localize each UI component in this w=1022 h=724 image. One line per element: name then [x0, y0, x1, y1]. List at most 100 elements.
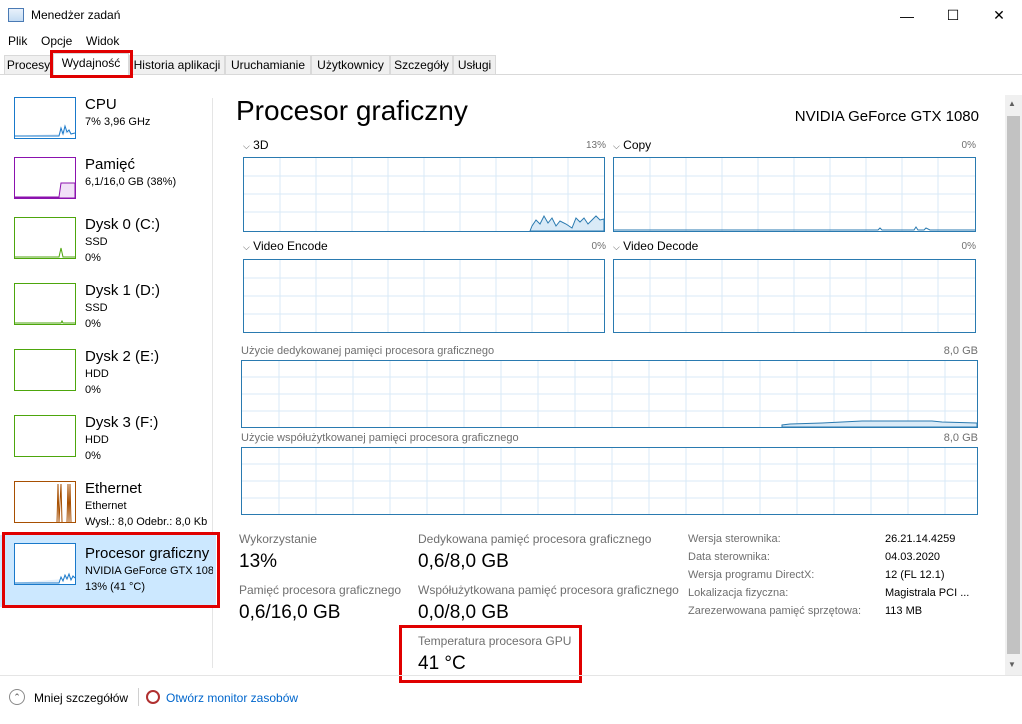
sidebar-item-detail: Wysł.: 8,0 Odebr.: 8,0 Kb	[85, 516, 208, 528]
disk1-mini-graph	[14, 283, 76, 325]
ethernet-mini-graph	[14, 481, 76, 523]
menu-options[interactable]: Opcje	[41, 34, 72, 48]
info-key: Wersja sterownika:	[688, 533, 781, 545]
shared-memory-graph	[241, 447, 978, 515]
sidebar-item-detail: 0%	[85, 252, 101, 264]
dedicated-memory-graph-label: Użycie dedykowanej pamięci procesora gra…	[241, 345, 495, 357]
tab-highlight-box	[50, 50, 133, 78]
minimize-button[interactable]: —	[884, 0, 930, 31]
sidebar-item-disk3[interactable]: Dysk 3 (F:) HDD 0%	[0, 411, 216, 477]
memory-mini-graph	[14, 157, 76, 199]
sidebar-item-disk1[interactable]: Dysk 1 (D:) SSD 0%	[0, 279, 216, 345]
sidebar-item-type: SSD	[85, 236, 108, 248]
page-title: Procesor graficzny	[236, 95, 468, 126]
usage-value: 13%	[239, 551, 278, 572]
open-resource-monitor-link[interactable]: Otwórz monitor zasobów	[166, 691, 298, 705]
maximize-button[interactable]: ☐	[930, 0, 976, 31]
engine-percent: 0%	[961, 241, 976, 252]
sidebar-item-name: Ethernet	[85, 480, 142, 497]
sidebar-item-name: CPU	[85, 96, 117, 113]
engine-dropdown-3d[interactable]: ⌵ 3D	[243, 138, 269, 152]
info-value: Magistrala PCI ...	[885, 587, 970, 599]
info-key: Wersja programu DirectX:	[688, 569, 815, 581]
chevron-down-icon: ⌵	[613, 141, 620, 151]
tab-processes[interactable]: Procesy	[4, 55, 53, 74]
tab-startup[interactable]: Uruchamianie	[225, 55, 311, 74]
sidebar-item-type: Ethernet	[85, 500, 127, 512]
task-manager-icon	[8, 8, 24, 22]
usage-label: Wykorzystanie	[239, 532, 317, 546]
gpu-model-name: NVIDIA GeForce GTX 1080	[794, 108, 979, 125]
info-value: 12 (FL 12.1)	[885, 569, 945, 581]
sidebar-item-memory[interactable]: Pamięć 6,1/16,0 GB (38%)	[0, 153, 216, 219]
scroll-up-icon[interactable]: ▲	[1008, 99, 1016, 108]
sidebar-item-detail: 0%	[85, 384, 101, 396]
tab-details[interactable]: Szczegóły	[390, 55, 453, 74]
scroll-down-icon[interactable]: ▼	[1008, 660, 1016, 669]
scroll-thumb[interactable]	[1007, 116, 1020, 654]
menu-view[interactable]: Widok	[86, 34, 119, 48]
info-value: 26.21.14.4259	[885, 533, 956, 545]
engine-label: Video Decode	[623, 239, 699, 253]
resource-monitor-icon	[146, 690, 160, 704]
shared-memory-graph-label: Użycie współużytkowanej pamięci procesor…	[241, 432, 519, 444]
info-value: 04.03.2020	[885, 551, 941, 563]
engine-graph-video-encode	[243, 259, 605, 333]
sidebar-item-detail: 0%	[85, 318, 101, 330]
tab-app-history[interactable]: Historia aplikacji	[129, 55, 225, 74]
engine-graph-3d	[243, 157, 605, 232]
collapse-chevron-icon[interactable]: ⌃	[9, 689, 25, 705]
engine-label: Copy	[623, 138, 652, 152]
engine-dropdown-video-encode[interactable]: ⌵ Video Encode	[243, 239, 328, 253]
engine-dropdown-copy[interactable]: ⌵ Copy	[613, 138, 651, 152]
engine-percent: 0%	[961, 140, 976, 151]
dedicated-memory-graph	[241, 360, 978, 428]
fewer-details-link[interactable]: Mniej szczegółów	[34, 691, 128, 705]
engine-percent: 13%	[585, 140, 606, 151]
tab-users[interactable]: Użytkownicy	[311, 55, 390, 74]
gpu-memory-value: 0,6/16,0 GB	[239, 602, 341, 623]
gpu-highlight-box	[2, 532, 220, 608]
info-key: Lokalizacja fizyczna:	[688, 587, 789, 599]
sidebar-item-detail: 6,1/16,0 GB (38%)	[85, 176, 177, 188]
sidebar-item-disk2[interactable]: Dysk 2 (E:) HDD 0%	[0, 345, 216, 411]
sidebar-item-disk0[interactable]: Dysk 0 (C:) SSD 0%	[0, 213, 216, 279]
sidebar-item-type: HDD	[85, 434, 109, 446]
info-key: Data sterownika:	[688, 551, 770, 563]
disk3-mini-graph	[14, 415, 76, 457]
menu-file[interactable]: Plik	[8, 34, 27, 48]
sidebar-item-detail: 7% 3,96 GHz	[85, 116, 151, 128]
chevron-down-icon: ⌵	[243, 141, 250, 151]
gpu-memory-label: Pamięć procesora graficznego	[239, 583, 402, 597]
sidebar-item-type: HDD	[85, 368, 109, 380]
shared-memory-graph-max: 8,0 GB	[943, 432, 978, 444]
sidebar-item-name: Dysk 3 (F:)	[85, 414, 159, 431]
sidebar-item-name: Dysk 0 (C:)	[85, 216, 160, 233]
engine-label: 3D	[253, 138, 269, 152]
sidebar-item-type: SSD	[85, 302, 108, 314]
sidebar-item-name: Dysk 1 (D:)	[85, 282, 160, 299]
engine-graph-copy	[613, 157, 976, 232]
disk2-mini-graph	[14, 349, 76, 391]
close-button[interactable]: ✕	[976, 0, 1022, 31]
shared-memory-value: 0,0/8,0 GB	[418, 602, 509, 623]
dedicated-memory-label: Dedykowana pamięć procesora graficznego	[418, 532, 652, 546]
dedicated-memory-graph-max: 8,0 GB	[943, 345, 978, 357]
disk0-mini-graph	[14, 217, 76, 259]
sidebar-item-cpu[interactable]: CPU 7% 3,96 GHz	[0, 93, 216, 159]
sidebar-item-name: Dysk 2 (E:)	[85, 348, 160, 365]
engine-graph-video-decode	[613, 259, 976, 333]
shared-memory-label: Współużytkowana pamięć procesora graficz…	[418, 583, 679, 597]
chevron-down-icon: ⌵	[243, 242, 250, 252]
tab-services[interactable]: Usługi	[453, 55, 496, 74]
info-value: 113 MB	[885, 605, 923, 617]
info-key: Zarezerwowana pamięć sprzętowa:	[688, 605, 862, 617]
window-title: Menedżer zadań	[31, 8, 121, 22]
cpu-mini-graph	[14, 97, 76, 139]
title-bar	[0, 0, 1022, 31]
sidebar-item-detail: 0%	[85, 450, 101, 462]
engine-dropdown-video-decode[interactable]: ⌵ Video Decode	[613, 239, 698, 253]
engine-percent: 0%	[591, 241, 606, 252]
footer-divider	[0, 675, 1022, 676]
chevron-down-icon: ⌵	[613, 242, 620, 252]
